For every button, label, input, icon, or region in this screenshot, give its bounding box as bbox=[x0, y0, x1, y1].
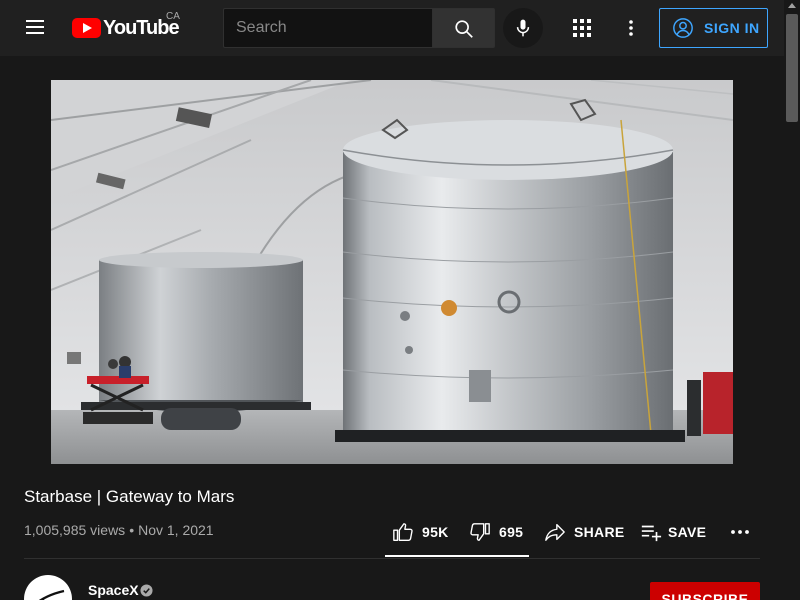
thumb-up-icon bbox=[393, 523, 413, 541]
search-button[interactable] bbox=[432, 8, 495, 48]
country-code: CA bbox=[166, 11, 180, 22]
scroll-up-arrow-icon[interactable] bbox=[788, 3, 796, 8]
like-button[interactable]: 95K bbox=[392, 516, 449, 548]
dislike-button[interactable]: 695 bbox=[469, 516, 523, 548]
more-actions-button[interactable] bbox=[728, 516, 752, 548]
sign-in-button[interactable]: SIGN IN bbox=[659, 8, 768, 48]
masthead: YouTube CA SIG bbox=[0, 0, 800, 56]
verified-check-icon bbox=[140, 584, 153, 597]
apps-grid-icon bbox=[573, 19, 591, 37]
view-count: 1,005,985 views bbox=[24, 522, 126, 538]
more-horiz-icon bbox=[731, 530, 749, 534]
mic-icon bbox=[516, 19, 530, 37]
channel-avatar[interactable] bbox=[24, 575, 72, 600]
section-divider bbox=[24, 558, 760, 559]
dislike-count: 695 bbox=[499, 524, 524, 540]
subscribe-button[interactable]: SUBSCRIBE bbox=[650, 582, 760, 600]
scrollbar-thumb[interactable] bbox=[786, 14, 798, 122]
sign-in-label: SIGN IN bbox=[704, 20, 760, 36]
save-button[interactable]: SAVE bbox=[640, 516, 706, 548]
spacex-logo-icon bbox=[38, 589, 65, 600]
youtube-play-icon bbox=[72, 18, 101, 38]
playlist-add-icon bbox=[641, 525, 662, 542]
video-frame bbox=[51, 80, 733, 464]
account-circle-icon bbox=[673, 18, 693, 38]
share-label: SHARE bbox=[574, 524, 625, 540]
meta-separator: • bbox=[129, 522, 135, 538]
search-icon bbox=[455, 20, 473, 38]
share-icon bbox=[545, 523, 565, 541]
like-count: 95K bbox=[422, 524, 449, 540]
apps-button[interactable] bbox=[570, 16, 594, 40]
more-vert-icon bbox=[629, 20, 633, 36]
channel-name[interactable]: SpaceX bbox=[88, 582, 139, 598]
video-player[interactable] bbox=[51, 80, 733, 464]
video-meta: 1,005,985 views • Nov 1, 2021 bbox=[24, 522, 214, 538]
upload-date: Nov 1, 2021 bbox=[138, 522, 214, 538]
like-dislike-bar bbox=[385, 555, 529, 557]
youtube-logo[interactable]: YouTube bbox=[72, 14, 180, 42]
search-box bbox=[223, 8, 432, 48]
video-title: Starbase | Gateway to Mars bbox=[24, 487, 235, 506]
thumb-down-icon bbox=[470, 523, 490, 541]
voice-search-button[interactable] bbox=[503, 8, 543, 48]
hamburger-icon[interactable] bbox=[22, 16, 50, 40]
share-button[interactable]: SHARE bbox=[544, 516, 625, 548]
settings-more-button[interactable] bbox=[619, 16, 643, 40]
save-label: SAVE bbox=[668, 524, 707, 540]
search-input[interactable] bbox=[224, 9, 432, 47]
